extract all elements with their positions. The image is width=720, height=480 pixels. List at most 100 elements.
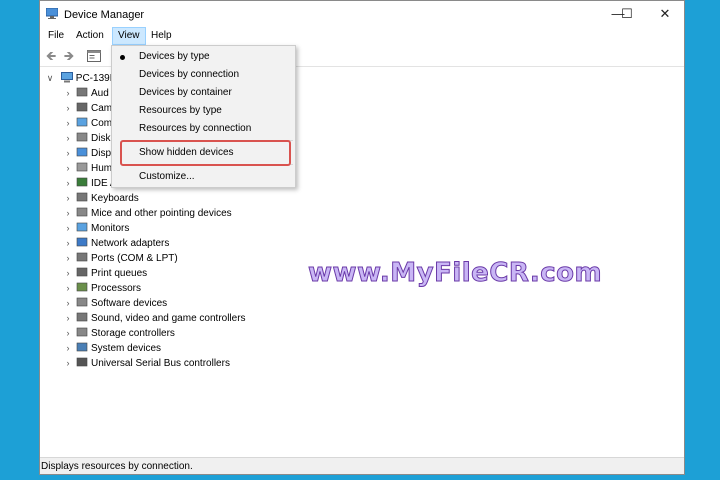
tree-item[interactable]: › Monitors: [62, 221, 129, 236]
tree-item[interactable]: › Storage controllers: [62, 326, 175, 341]
disk-icon: [76, 132, 88, 142]
back-arrow-icon[interactable]: 🡸: [43, 48, 59, 64]
menu-item-customize[interactable]: Customize...: [112, 168, 295, 186]
properties-icon[interactable]: [87, 50, 101, 62]
chevron-right-icon[interactable]: ›: [62, 191, 74, 206]
tree-item-label: Com: [91, 118, 113, 129]
menu-item-label: Devices by type: [139, 51, 210, 62]
software-icon: [76, 297, 88, 307]
tree-item-label: Hum: [91, 163, 113, 174]
chevron-right-icon[interactable]: ›: [62, 341, 74, 356]
tree-item[interactable]: › Ports (COM & LPT): [62, 251, 178, 266]
chevron-right-icon[interactable]: ›: [62, 236, 74, 251]
tree-item[interactable]: › Aud: [62, 86, 109, 101]
menu-view[interactable]: View: [112, 27, 146, 45]
tree-item[interactable]: › Software devices: [62, 296, 167, 311]
menu-action[interactable]: Action: [71, 27, 109, 45]
chevron-right-icon[interactable]: ›: [62, 356, 74, 371]
chevron-right-icon[interactable]: ›: [62, 221, 74, 236]
tree-item-label: Cam: [91, 103, 113, 114]
tree-item[interactable]: › Processors: [62, 281, 141, 296]
tree-item-label: Disk: [91, 133, 111, 144]
view-menu-dropdown: Devices by type Devices by connection De…: [111, 45, 296, 188]
port-icon: [76, 252, 88, 262]
tree-root-label: PC-139F: [75, 73, 116, 84]
menu-item-devices-by-type[interactable]: Devices by type: [112, 48, 295, 66]
sound-icon: [76, 312, 88, 322]
tree-item-label: Mice and other pointing devices: [91, 208, 232, 219]
menu-item-label: Devices by container: [139, 87, 232, 98]
tree-root[interactable]: ∨ PC-139F: [44, 71, 116, 86]
camera-icon: [76, 102, 88, 112]
computer-icon: [76, 117, 88, 127]
tree-item[interactable]: › System devices: [62, 341, 161, 356]
radio-bullet-icon: [120, 55, 125, 60]
status-bar: Displays resources by connection.: [40, 457, 684, 474]
menu-item-label: Resources by type: [139, 105, 222, 116]
chevron-right-icon[interactable]: ›: [62, 206, 74, 221]
chevron-right-icon[interactable]: ›: [62, 146, 74, 161]
tree-item[interactable]: › Com: [62, 116, 112, 131]
usb-icon: [76, 357, 88, 367]
system-icon: [76, 342, 88, 352]
menu-file[interactable]: File: [43, 27, 69, 45]
computer-icon: [60, 72, 73, 83]
ide-icon: [76, 177, 88, 187]
tree-item-label: Universal Serial Bus controllers: [91, 358, 230, 369]
maximize-button[interactable]: ☐: [610, 4, 644, 24]
tree-item-label: Software devices: [91, 298, 168, 309]
tree-item-label: Sound, video and game controllers: [91, 313, 246, 324]
menu-item-devices-by-container[interactable]: Devices by container: [112, 84, 295, 102]
chevron-right-icon[interactable]: ›: [62, 116, 74, 131]
keyboard-icon: [76, 192, 88, 202]
menu-item-resources-by-connection[interactable]: Resources by connection: [112, 120, 295, 138]
tree-item[interactable]: › Disp: [62, 146, 111, 161]
chevron-right-icon[interactable]: ›: [62, 296, 74, 311]
chevron-right-icon[interactable]: ›: [62, 281, 74, 296]
tree-item-label: Ports (COM & LPT): [91, 253, 178, 264]
tree-item[interactable]: › Sound, video and game controllers: [62, 311, 246, 326]
tree-item[interactable]: › Network adapters: [62, 236, 169, 251]
chevron-right-icon[interactable]: ›: [62, 326, 74, 341]
chevron-right-icon[interactable]: ›: [62, 86, 74, 101]
chevron-right-icon[interactable]: ›: [62, 161, 74, 176]
highlight-box: [120, 140, 291, 166]
tree-item[interactable]: › Cam: [62, 101, 112, 116]
monitor-icon: [76, 222, 88, 232]
chevron-right-icon[interactable]: ›: [62, 251, 74, 266]
menu-help[interactable]: Help: [146, 27, 177, 45]
chevron-right-icon[interactable]: ›: [62, 131, 74, 146]
chevron-right-icon[interactable]: ›: [62, 311, 74, 326]
tree-item-label: Network adapters: [91, 238, 170, 249]
title-bar: Device Manager — ☐ ✕: [40, 1, 684, 27]
network-icon: [76, 237, 88, 247]
tree-item-label: Disp: [91, 148, 112, 159]
close-button[interactable]: ✕: [648, 4, 682, 24]
menu-item-label: Resources by connection: [139, 123, 252, 134]
tree-item[interactable]: › Mice and other pointing devices: [62, 206, 232, 221]
device-manager-icon: [46, 8, 58, 19]
chevron-down-icon[interactable]: ∨: [44, 71, 56, 86]
tree-item[interactable]: › Keyboards: [62, 191, 139, 206]
tree-item[interactable]: › Hum: [62, 161, 112, 176]
tree-item-label: Keyboards: [91, 193, 139, 204]
tree-item-label: Processors: [91, 283, 142, 294]
tree-item-label: Aud: [91, 88, 109, 99]
storage-icon: [76, 327, 88, 337]
menu-item-resources-by-type[interactable]: Resources by type: [112, 102, 295, 120]
status-text: Displays resources by connection.: [41, 461, 193, 472]
forward-arrow-icon[interactable]: 🡺: [61, 48, 77, 64]
menu-item-label: Customize...: [139, 171, 195, 182]
chevron-right-icon[interactable]: ›: [62, 176, 74, 191]
tree-item[interactable]: › IDE A: [62, 176, 117, 191]
tree-item[interactable]: › Universal Serial Bus controllers: [62, 356, 230, 371]
tree-item[interactable]: › Print queues: [62, 266, 147, 281]
tree-item-label: System devices: [91, 343, 162, 354]
chevron-right-icon[interactable]: ›: [62, 266, 74, 281]
tree-item[interactable]: › Disk: [62, 131, 110, 146]
menu-item-devices-by-connection[interactable]: Devices by connection: [112, 66, 295, 84]
watermark-text: www.MyFileCR.com: [307, 258, 603, 289]
processor-icon: [76, 282, 88, 292]
chevron-right-icon[interactable]: ›: [62, 101, 74, 116]
menu-item-label: Devices by connection: [139, 69, 240, 80]
